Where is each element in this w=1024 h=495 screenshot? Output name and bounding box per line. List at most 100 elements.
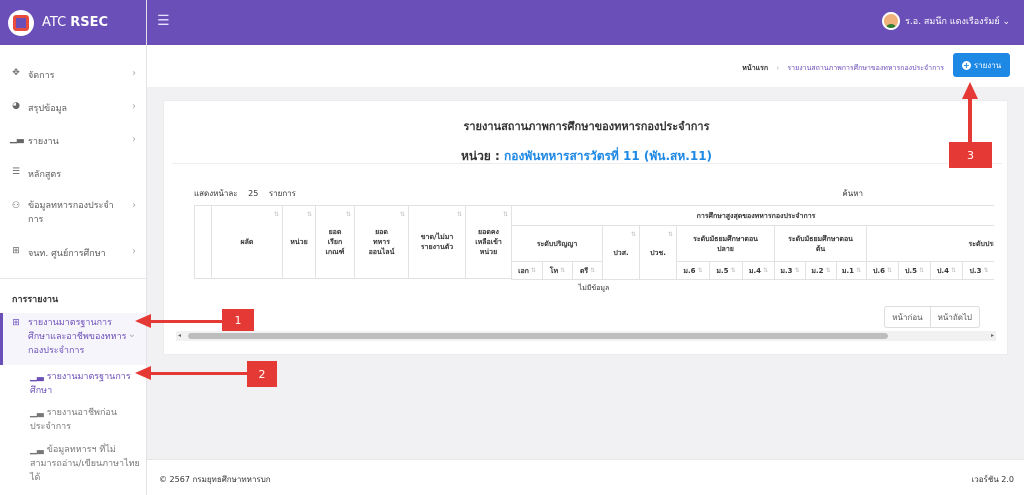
col-m1[interactable]: ม.1 ⇅ — [836, 261, 867, 280]
sidebar-subitem-occupation[interactable]: ▁▃ รายงานอาชีพก่อนประจำการ — [30, 406, 140, 434]
topbar: ☰ ร.อ. สมนึก แดงเรืองรัมย์ ⌄ — [147, 0, 1024, 45]
col-p6[interactable]: ป.6 ⇅ — [866, 261, 899, 280]
hamburger-menu-icon[interactable]: ☰ — [157, 13, 170, 29]
next-page-button[interactable]: หน้าถัดไป — [929, 307, 979, 327]
col-index — [194, 205, 212, 279]
sidebar-item-summary[interactable]: ◕ สรุปข้อมูล › — [0, 101, 146, 115]
sidebar-item-label: ข้อมูลทหารกองประจำการ — [28, 201, 114, 225]
page-length-control: แสดงหน้าละ 25 รายการ — [194, 189, 296, 198]
col-pws[interactable]: ⇅ ปวส. — [602, 225, 640, 280]
group-upper-secondary: ระดับมัธยมศึกษาตอนปลาย — [676, 225, 775, 262]
section-title: การรายงาน — [12, 295, 59, 305]
sidebar: ATC RSEC ✥ จัดการ › ◕ สรุปข้อมูล › ▁▃ รา… — [0, 0, 147, 495]
scroll-right-icon[interactable]: ▸ — [991, 331, 994, 341]
sidebar-item-label: จนท. ศูนย์การศึกษา — [28, 249, 106, 259]
col-m2[interactable]: ม.2 ⇅ — [805, 261, 837, 280]
sidebar-item-label: รายงาน — [28, 137, 59, 147]
breadcrumb-separator-icon: › — [776, 64, 780, 72]
bar-chart-icon: ▁▃ — [30, 445, 47, 455]
col-called[interactable]: ⇅ ยอดเรียกเกณฑ์ — [315, 205, 355, 279]
plus-circle-icon: + — [961, 60, 971, 70]
group-primary: ระดับประถมศึกษา — [866, 225, 994, 262]
version-label: เวอร์ชัน 2.0 — [971, 475, 1015, 484]
arrow-head-icon — [135, 314, 151, 328]
arrow-head-icon — [962, 82, 978, 99]
sidebar-item-label: หลักสูตร — [28, 170, 62, 180]
prev-page-button[interactable]: หน้าก่อน — [885, 307, 929, 327]
col-doctorate[interactable]: เอก ⇅ — [511, 261, 543, 280]
col-bachelor[interactable]: ตรี ⇅ — [572, 261, 603, 280]
users-icon: ⚇ — [11, 201, 21, 211]
copyright: © 2567 กรมยุทธศึกษาทหารบก — [159, 475, 271, 484]
divider — [0, 278, 146, 279]
scroll-left-icon[interactable]: ◂ — [178, 331, 181, 341]
breadcrumb: หน้าแรก › รายงานสถานภาพการศึกษาของทหารกอ… — [742, 63, 944, 74]
bar-chart-icon: ▁▃ — [30, 408, 47, 418]
callout-3: 3 — [949, 142, 992, 168]
sidebar-item-manage[interactable]: ✥ จัดการ › — [0, 68, 146, 82]
col-result[interactable]: ⇅ ผลัด — [211, 205, 283, 279]
col-m3[interactable]: ม.3 ⇅ — [774, 261, 806, 280]
callout-1: 1 — [222, 309, 254, 331]
col-online[interactable]: ⇅ ยอดทหารออนไลน์ — [354, 205, 409, 279]
col-unit[interactable]: ⇅ หน่วย — [282, 205, 316, 279]
col-m5[interactable]: ม.5 ⇅ — [709, 261, 743, 280]
arrows-icon: ✥ — [12, 68, 20, 78]
report-table: ⇅ ผลัด ⇅ หน่วย ⇅ ยอดเรียกเกณฑ์ ⇅ ยอดทหารออนไ… — [194, 205, 994, 300]
col-m6[interactable]: ม.6 ⇅ — [676, 261, 710, 280]
list-icon: ☰ — [11, 167, 21, 177]
divider — [172, 163, 1002, 164]
group-lower-secondary: ระดับมัธยมศึกษาตอนต้น — [774, 225, 867, 262]
sidebar-subitem-illiterate[interactable]: ▁▃ ข้อมูลทหารฯ ที่ไม่สามารถอ่าน/เขียนภาษ… — [30, 443, 140, 485]
sidebar-item-label: รายงานมาตรฐานการศึกษาและอาชีพของทหารกองป… — [28, 318, 127, 356]
callout-arrow-3 — [968, 98, 972, 146]
pie-chart-icon: ◕ — [12, 101, 20, 111]
no-data-message: ไม่มีข้อมูล — [578, 284, 610, 292]
breadcrumb-home[interactable]: หน้าแรก — [742, 64, 768, 72]
col-p4[interactable]: ป.4 ⇅ — [930, 261, 963, 280]
chevron-down-icon: ⌄ — [127, 329, 136, 340]
unit-link[interactable]: กองพันทหารสารวัตรที่ 11 (พัน.สห.11) — [504, 149, 712, 163]
col-p3[interactable]: ป.3 ⇅ — [962, 261, 994, 280]
col-remain[interactable]: ⇅ ยอดคงเหลือเข้าหน่วย — [465, 205, 512, 279]
arrow-head-icon — [135, 366, 151, 380]
scrollbar-thumb[interactable] — [188, 333, 888, 339]
breadcrumb-current: รายงานสถานภาพการศึกษาของทหารกองประจำการ — [787, 64, 944, 72]
group-highest-education: การศึกษาสูงสุดของทหารกองประจำการ — [511, 205, 994, 226]
sidebar-item-soldiers[interactable]: ⚇ ข้อมูลทหารกองประจำการ › — [0, 199, 146, 227]
user-name: ร.อ. สมนึก แดงเรืองรัมย์ ⌄ — [905, 17, 1010, 27]
report-button[interactable]: + รายงาน — [953, 53, 1010, 77]
chevron-right-icon: › — [132, 134, 136, 145]
sidebar-item-standards-report[interactable]: ⊞ รายงานมาตรฐานการศึกษาและอาชีพของทหารกอ… — [0, 316, 146, 358]
sidebar-subitem-education[interactable]: ▁▃ รายงานมาตรฐานการศึกษา — [30, 370, 140, 398]
sidebar-item-label: สรุปข้อมูล — [28, 104, 68, 114]
group-degree: ระดับปริญญา — [511, 225, 603, 262]
sidebar-item-staff[interactable]: ⊞ จนท. ศูนย์การศึกษา › — [0, 246, 146, 260]
report-title: รายงานสถานภาพการศึกษาของทหารกองประจำการ — [463, 120, 710, 133]
chevron-right-icon: › — [132, 246, 136, 257]
chevron-right-icon: › — [132, 68, 136, 79]
horizontal-scrollbar[interactable]: ◂ ▸ — [176, 331, 996, 341]
col-pwch[interactable]: ⇅ ปวช. — [639, 225, 677, 280]
bar-chart-icon: ▁▃ — [30, 372, 47, 382]
report-card: รายงานสถานภาพการศึกษาของทหารกองประจำการ … — [163, 100, 1008, 355]
pagination: หน้าก่อน หน้าถัดไป — [884, 306, 980, 328]
avatar — [882, 12, 901, 30]
page-length-select[interactable]: 25 — [248, 189, 258, 198]
chevron-right-icon: › — [132, 200, 136, 211]
col-m4[interactable]: ม.4 ⇅ — [742, 261, 775, 280]
sidebar-item-report[interactable]: ▁▃ รายงาน › — [0, 134, 146, 148]
col-p5[interactable]: ป.5 ⇅ — [898, 261, 931, 280]
brand-header[interactable]: ATC RSEC — [0, 0, 146, 45]
brand-title: ATC RSEC — [42, 15, 109, 30]
callout-arrow-2 — [150, 372, 250, 375]
grid-icon: ⊞ — [12, 246, 20, 256]
col-absent[interactable]: ⇅ ขาด/ไม่มารายงานตัว — [408, 205, 466, 279]
logo-icon — [8, 9, 34, 36]
callout-arrow-1 — [150, 320, 225, 323]
sidebar-item-courses[interactable]: ☰ หลักสูตร — [0, 167, 146, 181]
breadcrumb-bar: หน้าแรก › รายงานสถานภาพการศึกษาของทหารกอ… — [147, 45, 1024, 87]
bar-chart-icon: ▁▃ — [10, 134, 24, 144]
col-master[interactable]: โท ⇅ — [542, 261, 573, 280]
user-menu[interactable]: ร.อ. สมนึก แดงเรืองรัมย์ ⌄ — [882, 12, 1010, 30]
